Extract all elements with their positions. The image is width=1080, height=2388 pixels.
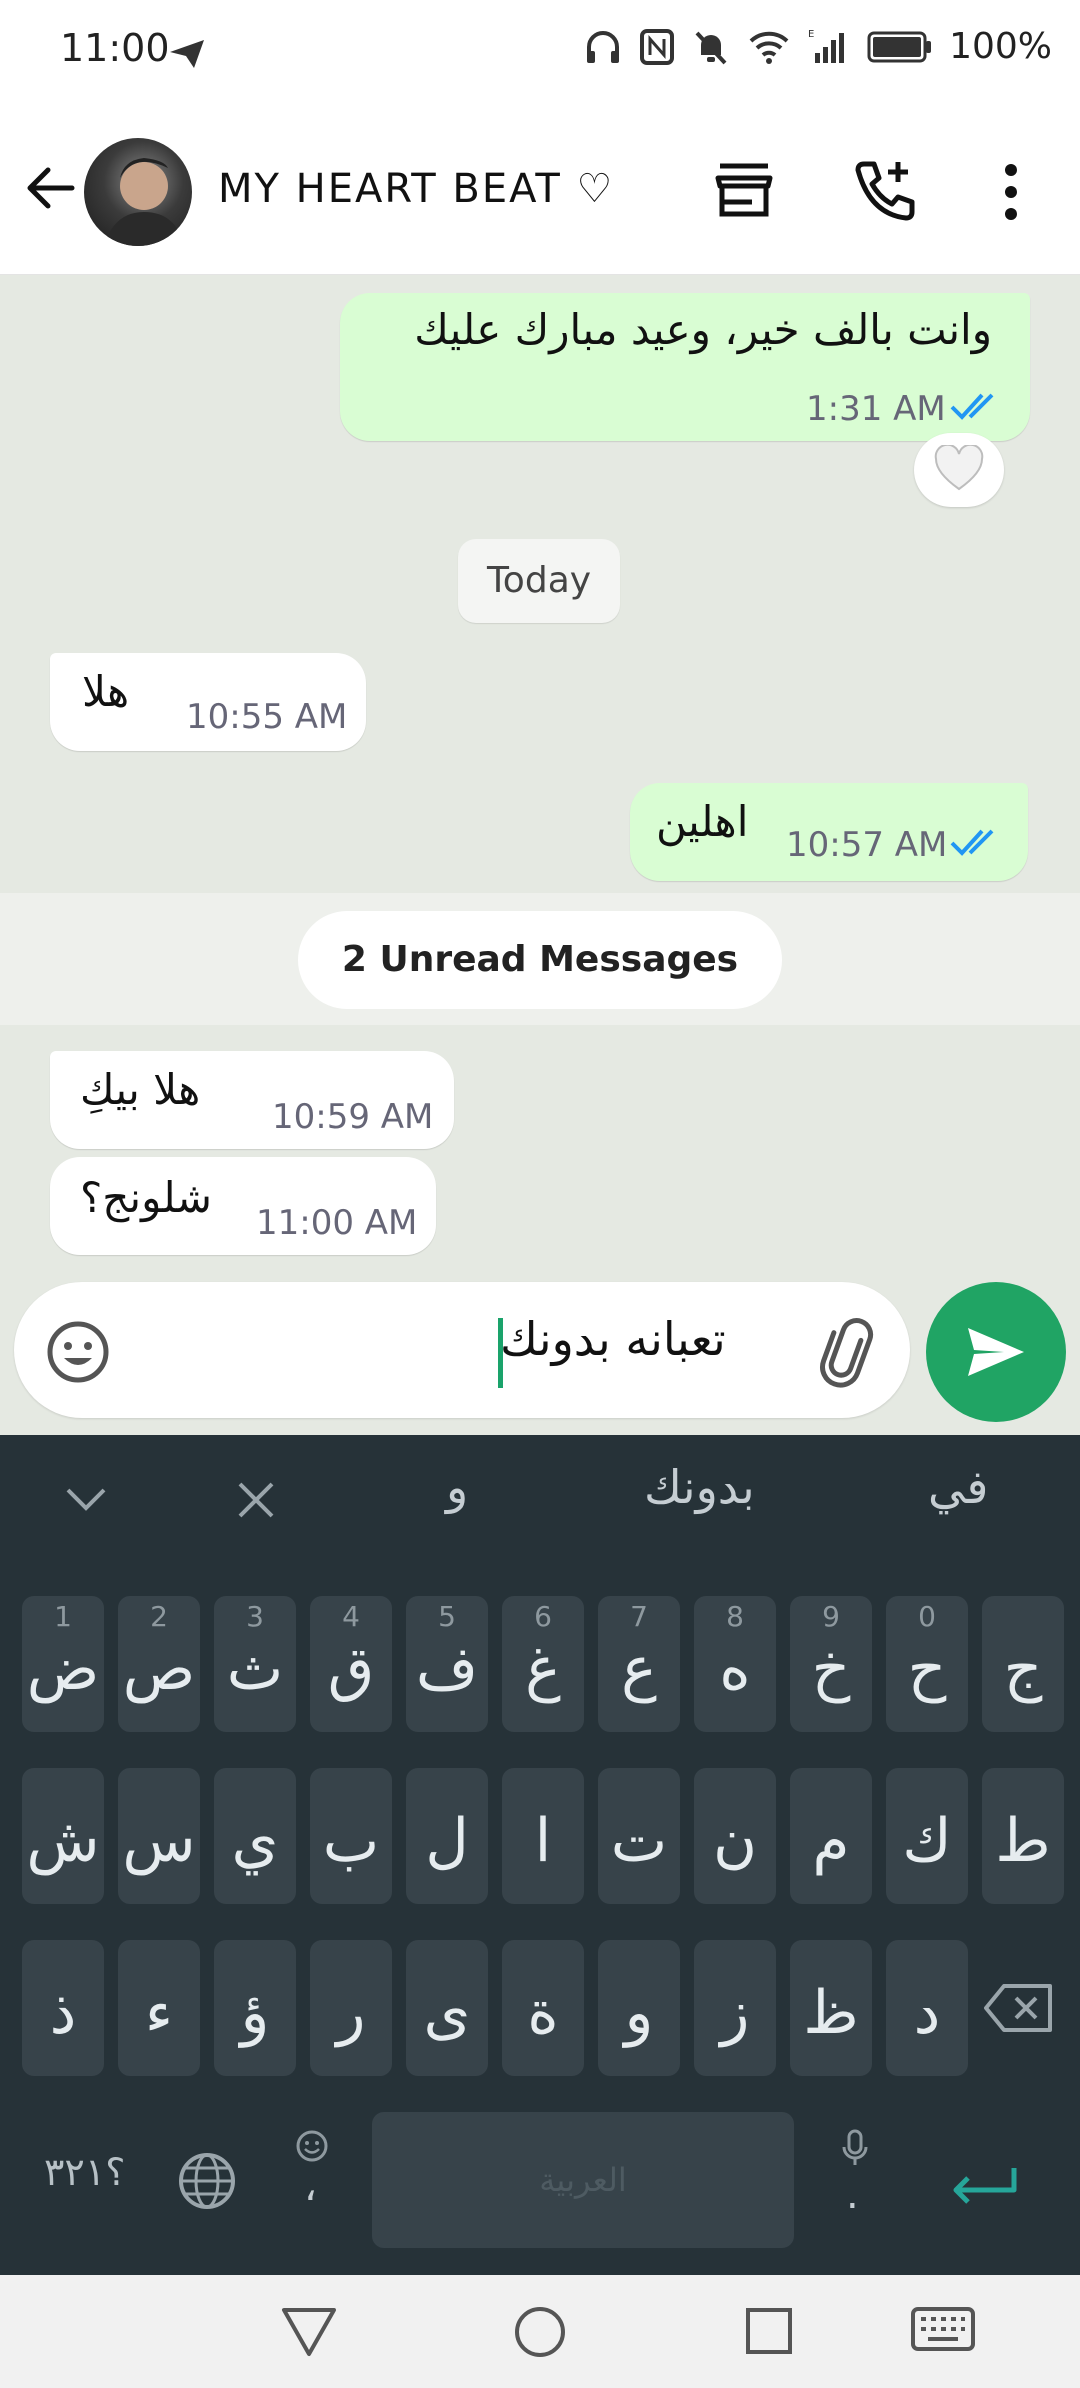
microphone-icon[interactable]: [840, 2128, 870, 2168]
comma-key[interactable]: ،: [304, 2164, 317, 2210]
composer-text: تعبانه بدونك: [500, 1312, 726, 1366]
key[interactable]: 0ح: [886, 1596, 968, 1732]
key[interactable]: 5ف: [406, 1596, 488, 1732]
message-time: 11:00 AM: [256, 1203, 418, 1243]
message-time: 10:57 AM: [786, 825, 948, 865]
avatar[interactable]: [84, 138, 192, 246]
message-text: اهلين: [656, 797, 749, 846]
close-suggestions-icon[interactable]: [234, 1478, 278, 1522]
store-icon[interactable]: [712, 158, 776, 222]
signal-icon: E: [808, 29, 845, 63]
key[interactable]: ش: [22, 1768, 104, 1904]
message-time: 1:31 AM: [806, 389, 946, 429]
key[interactable]: ة: [502, 1940, 584, 2076]
headphones-icon: [587, 30, 620, 63]
key[interactable]: 4ق: [310, 1596, 392, 1732]
key[interactable]: ا: [502, 1768, 584, 1904]
key[interactable]: 2ص: [118, 1596, 200, 1732]
key[interactable]: 7ع: [598, 1596, 680, 1732]
message-text: هلا: [82, 667, 130, 716]
svg-text:E: E: [808, 29, 814, 40]
more-options-icon[interactable]: [996, 160, 1026, 224]
backspace-icon[interactable]: [982, 1980, 1056, 2036]
message-text: شلونج؟: [80, 1173, 212, 1222]
battery-percent: 100%: [949, 26, 1052, 67]
symbols-key[interactable]: ؟٣٢١: [44, 2150, 125, 2194]
key[interactable]: ر: [310, 1940, 392, 2076]
back-arrow-icon[interactable]: [22, 160, 78, 216]
key[interactable]: ى: [406, 1940, 488, 2076]
collapse-suggestions-icon[interactable]: [62, 1484, 110, 1516]
key[interactable]: 9خ: [790, 1596, 872, 1732]
date-separator: Today: [458, 539, 620, 623]
status-bar: 11:00 E 100%: [0, 0, 1080, 105]
key[interactable]: ت: [598, 1768, 680, 1904]
unread-count-label: 2 Unread Messages: [298, 911, 782, 1009]
message-text: وانت بالف خير، وعيد مبارك عليك: [414, 305, 992, 354]
key[interactable]: ؤ: [214, 1940, 296, 2076]
suggestion-item[interactable]: و: [446, 1460, 468, 1514]
keyboard-switch-icon[interactable]: [910, 2304, 976, 2354]
key[interactable]: ز: [694, 1940, 776, 2076]
recents-nav-icon[interactable]: [744, 2306, 794, 2356]
enter-icon[interactable]: [948, 2160, 1020, 2204]
emoji-key-icon[interactable]: [294, 2128, 330, 2164]
key[interactable]: ي: [214, 1768, 296, 1904]
key[interactable]: ط: [982, 1768, 1064, 1904]
key[interactable]: د: [886, 1940, 968, 2076]
contact-name[interactable]: MY HEART BEAT ♡: [218, 166, 614, 212]
key[interactable]: ن: [694, 1768, 776, 1904]
key[interactable]: ب: [310, 1768, 392, 1904]
status-icons: E 100%: [583, 26, 1052, 67]
send-button[interactable]: [926, 1282, 1066, 1422]
heart-reaction[interactable]: [914, 433, 1004, 507]
key[interactable]: ذ: [22, 1940, 104, 2076]
key[interactable]: ك: [886, 1768, 968, 1904]
wifi-icon: [749, 31, 789, 64]
key[interactable]: 3ث: [214, 1596, 296, 1732]
heart-icon: [934, 445, 984, 491]
attach-icon[interactable]: [818, 1316, 874, 1388]
read-ticks-icon: [950, 393, 994, 420]
suggestion-item[interactable]: بدونك: [644, 1460, 755, 1514]
space-bar[interactable]: العربية: [372, 2112, 794, 2248]
key[interactable]: و: [598, 1940, 680, 2076]
back-nav-icon[interactable]: [278, 2304, 340, 2358]
key[interactable]: م: [790, 1768, 872, 1904]
status-time: 11:00: [60, 26, 170, 70]
period-key[interactable]: .: [846, 2172, 859, 2218]
key[interactable]: ء: [118, 1940, 200, 2076]
key[interactable]: 6غ: [502, 1596, 584, 1732]
emoji-icon[interactable]: [44, 1318, 112, 1386]
location-arrow-icon: [170, 40, 204, 68]
key[interactable]: 8ه: [694, 1596, 776, 1732]
chat-area: وانت بالف خير، وعيد مبارك عليك 1:31 AM T…: [0, 275, 1080, 1435]
key[interactable]: ظ: [790, 1940, 872, 2076]
key[interactable]: ج: [982, 1596, 1064, 1732]
message-time: 10:59 AM: [272, 1097, 434, 1137]
message-text: هلا بيكِ: [80, 1065, 201, 1114]
globe-icon[interactable]: [176, 2150, 238, 2212]
home-nav-icon[interactable]: [512, 2304, 568, 2360]
send-icon: [968, 1328, 1024, 1376]
key[interactable]: س: [118, 1768, 200, 1904]
suggestion-item[interactable]: في: [928, 1460, 988, 1514]
message-time: 10:55 AM: [186, 697, 348, 737]
nfc-icon: [640, 28, 675, 65]
key[interactable]: 1ض: [22, 1596, 104, 1732]
key[interactable]: ل: [406, 1768, 488, 1904]
add-call-icon[interactable]: [852, 156, 920, 224]
bell-muted-icon: [695, 31, 727, 64]
battery-icon: [867, 31, 932, 62]
read-ticks-icon: [950, 829, 994, 856]
message-input[interactable]: [14, 1282, 910, 1418]
